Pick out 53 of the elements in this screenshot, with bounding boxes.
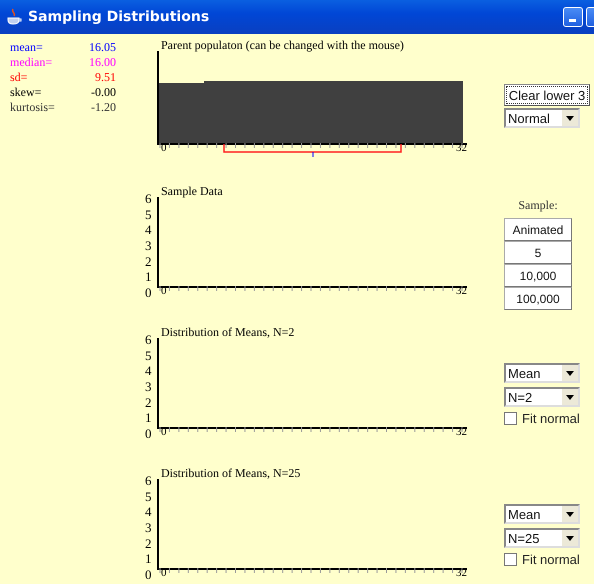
stat-value: 16.05 [88,40,116,55]
sample-button[interactable]: 5 [504,241,572,264]
stat-value: -0.00 [90,85,116,100]
sample-button[interactable]: Animated [504,218,572,241]
y-tick-label: 1 [145,412,152,424]
stat-label: mean= [10,40,44,55]
y-tick-label: 5 [145,208,152,221]
dropdown[interactable]: N=2 [504,387,580,407]
y-tick-label: 4 [145,224,152,236]
y-tick-label: 2 [145,396,152,409]
sample-button[interactable]: 100,000 [504,287,572,310]
chart-title: Distribution of Means, N=2 [161,326,296,338]
y-tick-label: 1 [145,553,152,566]
stat-value: 16.00 [88,55,116,70]
stat-label: sd= [10,70,28,85]
stat-label: skew= [10,85,42,100]
y-tick-label: 0 [145,428,152,440]
y-tick-label: 6 [145,193,152,205]
cup-icon [6,8,22,26]
window-title: Sampling Distributions [28,9,210,25]
y-tick-label: 5 [145,490,152,503]
y-tick-label: 4 [145,365,152,378]
stat-value: -1.20 [90,100,116,115]
checkbox[interactable] [504,553,517,566]
dropdown[interactable]: Mean [504,504,580,524]
y-tick-label: 2 [145,538,152,550]
stat-label: kurtosis= [10,100,56,115]
y-tick-label: 5 [145,350,152,362]
y-tick-label: 0 [145,286,152,299]
sample-button[interactable]: 10,000 [504,264,572,287]
checkbox[interactable] [504,412,517,425]
y-tick-label: 2 [145,256,152,268]
dropdown[interactable]: N=25 [504,528,580,548]
checkbox-label: Fit normal [522,552,580,567]
y-tick-label: 1 [145,271,152,284]
y-tick-label: 3 [145,240,152,252]
clear-button[interactable]: Clear lower 3 [504,84,590,106]
stat-value: 9.51 [94,70,116,85]
y-tick-label: 0 [145,568,152,581]
chart-title: Distribution of Means, N=25 [161,467,302,479]
chart-title: Sample Data [161,185,224,197]
dropdown[interactable]: Normal [504,108,580,128]
dropdown[interactable]: Mean [504,363,580,383]
sample-heading: Sample: [517,198,559,213]
y-tick-label: 6 [145,334,152,346]
y-tick-label: 6 [145,475,152,487]
chart-title: Parent populaton (can be changed with the mouse) [161,39,405,51]
y-tick-label: 3 [145,522,152,534]
minimize-button[interactable] [563,7,583,27]
stat-label: median= [10,55,54,70]
y-tick-label: 4 [145,506,152,518]
checkbox-label: Fit normal [522,411,580,426]
y-tick-label: 3 [145,380,152,393]
